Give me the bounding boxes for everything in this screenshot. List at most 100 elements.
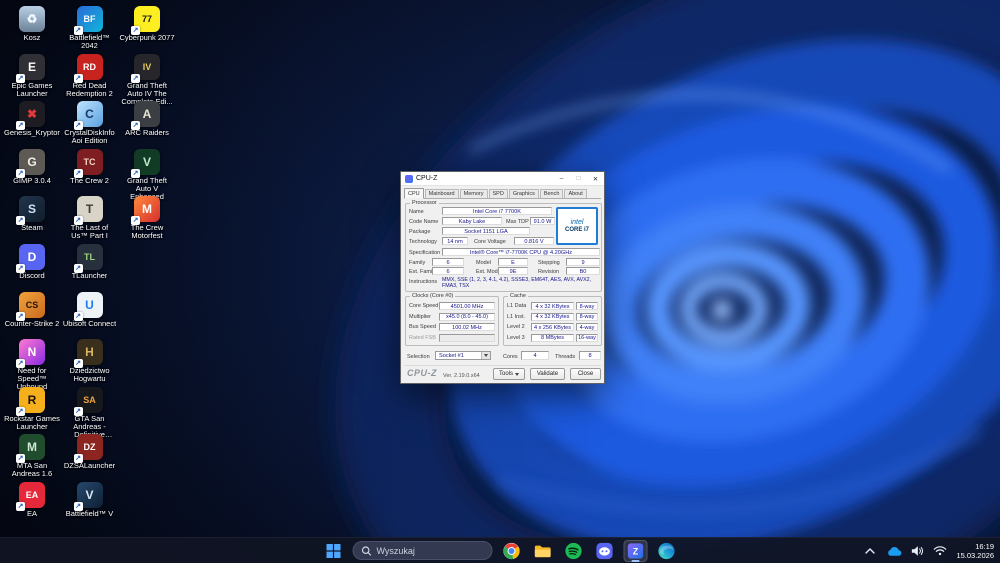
desktop-icon-grand-theft-auto-v-enhanced[interactable]: V↗Grand Theft Auto V Enhanced [119, 148, 175, 201]
shortcut-arrow-icon: ↗ [16, 502, 25, 511]
need-for-speed-unbound-icon: N ↗ [16, 339, 45, 369]
multiplier-label: Multiplier [409, 313, 432, 320]
edge-taskbar-button[interactable] [655, 540, 679, 562]
desktop-icon-rockstar-games-launcher[interactable]: R ↗ Rockstar Games Launcher [4, 386, 60, 431]
shortcut-arrow-icon: ↗ [73, 311, 83, 321]
search-input[interactable] [376, 545, 477, 556]
shortcut-arrow-icon: ↗ [16, 121, 25, 131]
core-voltage-field: 0.816 V [514, 237, 554, 245]
desktop-icon-the-last-of-us-part-i[interactable]: T ↗ The Last of Us™ Part I [62, 196, 118, 240]
desktop-icon-label: MTA San Andreas 1.6 [11, 462, 53, 479]
taskbar-search[interactable] [352, 541, 493, 560]
multiplier-field: x45.0 (8.0 - 45.0) [439, 312, 495, 321]
desktop-icon-battlefield-2042[interactable]: BF ↗ Battlefield™ 2042 [62, 6, 118, 50]
cpuz-tab-graphics[interactable]: Graphics [508, 189, 539, 198]
close-button[interactable]: Close [570, 368, 601, 380]
desktop-icon-label: The Crew 2 [70, 176, 109, 185]
desktop-icon-ea[interactable]: EA ↗ EA [4, 482, 60, 518]
spotify-taskbar-button[interactable] [562, 540, 586, 562]
cache-group-label: Cache [508, 293, 528, 299]
shortcut-arrow-icon: ↗ [16, 73, 25, 83]
validate-button[interactable]: Validate [530, 368, 565, 380]
desktop-icon-dzsalauncher[interactable]: DZ ↗ DZSALauncher [62, 434, 118, 470]
rated-fsb-field [439, 333, 495, 342]
shortcut-arrow-icon: ↗ [16, 264, 25, 273]
desktop-icon-arc-raiders[interactable]: A ↗ ARC Raiders [119, 101, 175, 137]
desktop-icon-label: EA [26, 510, 37, 518]
chrome-taskbar-button[interactable] [500, 540, 524, 562]
desktop-icon-red-dead-redemption-2[interactable]: RD ↗ Red Dead Redemption 2 [62, 53, 118, 98]
desktop-icon-ubisoft-connect[interactable]: U ↗ Ubisoft Connect [62, 291, 118, 328]
explorer-taskbar-button[interactable] [531, 540, 555, 562]
shortcut-arrow-icon: ↗ [73, 26, 83, 35]
cpuz-tab-mainboard[interactable]: Mainboard [424, 189, 459, 198]
clocks-group-label: Clocks (Core #0) [410, 293, 456, 299]
tools-button[interactable]: Tools [493, 368, 525, 380]
ubisoft-connect-icon: U ↗ [73, 291, 103, 321]
desktop-icon-label: Ubisoft Connect [62, 319, 117, 328]
desktop-icon-battlefield-v[interactable]: V ↗ Battlefield™ V [62, 482, 118, 518]
window-controls: – □ ✕ [553, 172, 604, 185]
instructions-label: Instructions [409, 279, 438, 285]
footer-divider [404, 365, 601, 366]
cpuz-window: CPU-Z – □ ✕ CPU Mainboard Memory SPD Graphic… [400, 171, 605, 384]
desktop-icon-cyberpunk-2077[interactable]: 77 ↗ Cyberpunk 2077 [119, 6, 175, 42]
stepping-label: Stepping [538, 260, 560, 266]
socket-selector-value: Socket #1 [439, 352, 464, 359]
desktop-icon-gimp-3-0-4[interactable]: G ↗ GIMP 3.0.4 [4, 148, 60, 185]
discord-taskbar-button[interactable] [593, 540, 617, 562]
l1-inst-size-field: 4 x 32 KBytes [531, 312, 574, 321]
start-button[interactable] [322, 540, 346, 562]
desktop-icon-tlauncher[interactable]: TL ↗ TLauncher [62, 244, 118, 280]
desktop-icon-the-crew-motorfest[interactable]: M ↗ The Crew Motorfest [119, 196, 175, 240]
cpuz-tab-spd[interactable]: SPD [488, 189, 508, 198]
processor-group: Processor Name Intel Core i7 7700K intel… [405, 200, 602, 292]
cpuz-tab-memory[interactable]: Memory [459, 189, 488, 198]
desktop-icon-discord[interactable]: D ↗ Discord [4, 244, 60, 280]
cpuz-titlebar[interactable]: CPU-Z – □ ✕ [401, 172, 604, 186]
windows-desktop: ♻ Kosz E ↗ Epic Games Launcher ✖ ↗ Genesis_Kryp… [0, 0, 1000, 563]
socket-selector[interactable]: Socket #1 [435, 351, 491, 360]
hidden-icons-chevron[interactable] [862, 542, 878, 560]
desktop-icon-gta-san-andreas-definitive-editio[interactable]: SA↗GTA San Andreas - Definitive Editio..… [62, 386, 118, 439]
grand-theft-auto-v-enhanced-icon: V ↗ [131, 148, 160, 178]
desktop-icon-need-for-speed-unbound[interactable]: N↗Need for Speed™ Unbound [4, 339, 60, 391]
desktop-icon-dziedzictwo-hogwartu[interactable]: H ↗ Dziedzictwo Hogwartu [62, 339, 118, 383]
level-2-assoc-field: 4-way [576, 323, 598, 332]
onedrive-tray-button[interactable] [886, 542, 902, 560]
cpuz-logo: CPU-Z [407, 368, 437, 378]
desktop-icon-crystaldiskinfo-aoi-edition[interactable]: C ↗ CrystalDiskInfo Aoi Edition [62, 101, 118, 145]
l1-inst-assoc-field: 8-way [576, 312, 598, 321]
specification-label: Specification [409, 250, 441, 256]
desktop-icon-steam[interactable]: S ↗ Steam [4, 196, 60, 232]
cpuz-tab-bench[interactable]: Bench [539, 189, 564, 198]
name-label: Name [409, 209, 424, 215]
red-dead-redemption-2-icon: RD ↗ [73, 53, 103, 83]
desktop-icon-counter-strike-2[interactable]: CS ↗ Counter-Strike 2 [4, 291, 60, 328]
maximize-button[interactable]: □ [570, 172, 587, 185]
onedrive-cloud-icon [888, 546, 902, 556]
core-speed-label: Core Speed [409, 303, 439, 310]
l1-inst-label: L1 Inst. [507, 313, 526, 320]
wifi-tray-button[interactable] [932, 542, 948, 560]
volume-tray-button[interactable] [909, 542, 925, 560]
desktop-icon-epic-games-launcher[interactable]: E ↗ Epic Games Launcher [4, 53, 60, 98]
close-icon[interactable]: ✕ [587, 172, 604, 185]
desktop-icon-label: Kosz [23, 34, 41, 42]
minimize-button[interactable]: – [553, 172, 570, 185]
desktop-icon-the-crew-2[interactable]: TC ↗ The Crew 2 [62, 148, 118, 185]
counter-strike-2-icon: CS ↗ [16, 291, 45, 321]
dziedzictwo-hogwartu-icon: H ↗ [73, 339, 103, 369]
selection-label: Selection [407, 354, 430, 360]
instructions-field: MMX, SSE (1, 2, 3, 4.1, 4.2), SSSE3, EM6… [442, 277, 592, 290]
l1-data-assoc-field: 8-way [576, 302, 598, 311]
desktop-icon-genesis-krypton[interactable]: ✖↗Genesis_Krypton_... [4, 101, 60, 137]
desktop-icon-mta-san-andreas-1-6[interactable]: M ↗ MTA San Andreas 1.6 [4, 434, 60, 478]
taskbar-clock[interactable]: 16:19 15.03.2026 [956, 542, 994, 560]
desktop-icon-grand-theft-auto-iv-the-complete-edi[interactable]: IV↗Grand Theft Auto IV The Complete Edi.… [119, 53, 175, 106]
cpuz-tab-cpu[interactable]: CPU [404, 188, 424, 199]
desktop-icon-kosz[interactable]: ♻ Kosz [4, 6, 60, 42]
cpuz-tab-about[interactable]: About [564, 189, 587, 198]
cpuz-taskbar-button[interactable]: Z [623, 539, 648, 562]
desktop-icon-label: Battlefield™ 2042 [69, 34, 110, 50]
